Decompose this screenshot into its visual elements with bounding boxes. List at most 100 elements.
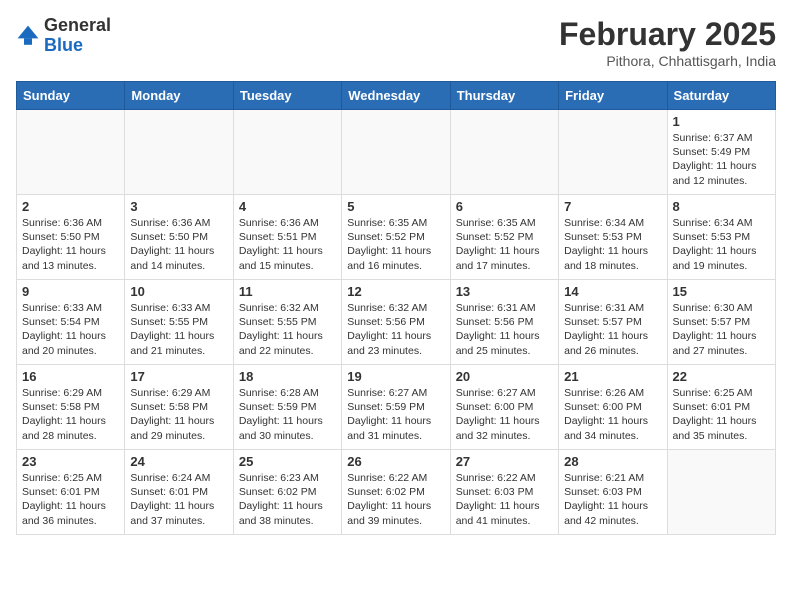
day-number: 25 xyxy=(239,454,336,469)
calendar-cell xyxy=(17,110,125,195)
day-number: 17 xyxy=(130,369,227,384)
logo-blue-text: Blue xyxy=(44,35,83,55)
day-info: Sunrise: 6:28 AM Sunset: 5:59 PM Dayligh… xyxy=(239,386,336,443)
calendar-cell: 6 Sunrise: 6:35 AM Sunset: 5:52 PM Daylig… xyxy=(450,195,558,280)
calendar-cell: 16 Sunrise: 6:29 AM Sunset: 5:58 PM Dayli… xyxy=(17,365,125,450)
calendar-cell: 2 Sunrise: 6:36 AM Sunset: 5:50 PM Daylig… xyxy=(17,195,125,280)
day-number: 1 xyxy=(673,114,770,129)
calendar-cell: 25 Sunrise: 6:23 AM Sunset: 6:02 PM Dayli… xyxy=(233,450,341,535)
day-number: 13 xyxy=(456,284,553,299)
col-header-thursday: Thursday xyxy=(450,82,558,110)
day-number: 11 xyxy=(239,284,336,299)
calendar-cell: 20 Sunrise: 6:27 AM Sunset: 6:00 PM Dayli… xyxy=(450,365,558,450)
day-number: 20 xyxy=(456,369,553,384)
col-header-tuesday: Tuesday xyxy=(233,82,341,110)
day-info: Sunrise: 6:29 AM Sunset: 5:58 PM Dayligh… xyxy=(22,386,119,443)
calendar-cell xyxy=(125,110,233,195)
day-info: Sunrise: 6:34 AM Sunset: 5:53 PM Dayligh… xyxy=(564,216,661,273)
day-info: Sunrise: 6:29 AM Sunset: 5:58 PM Dayligh… xyxy=(130,386,227,443)
day-info: Sunrise: 6:37 AM Sunset: 5:49 PM Dayligh… xyxy=(673,131,770,188)
calendar-week-row: 23 Sunrise: 6:25 AM Sunset: 6:01 PM Dayli… xyxy=(17,450,776,535)
calendar-cell: 14 Sunrise: 6:31 AM Sunset: 5:57 PM Dayli… xyxy=(559,280,667,365)
calendar-cell: 12Sunrise: 6:32 AM Sunset: 5:56 PM Dayli… xyxy=(342,280,450,365)
calendar-cell xyxy=(233,110,341,195)
day-number: 6 xyxy=(456,199,553,214)
calendar-cell: 10 Sunrise: 6:33 AM Sunset: 5:55 PM Dayli… xyxy=(125,280,233,365)
calendar-cell: 18 Sunrise: 6:28 AM Sunset: 5:59 PM Dayli… xyxy=(233,365,341,450)
day-info: Sunrise: 6:23 AM Sunset: 6:02 PM Dayligh… xyxy=(239,471,336,528)
calendar-cell: 7 Sunrise: 6:34 AM Sunset: 5:53 PM Daylig… xyxy=(559,195,667,280)
day-number: 23 xyxy=(22,454,119,469)
day-info: Sunrise: 6:26 AM Sunset: 6:00 PM Dayligh… xyxy=(564,386,661,443)
day-info: Sunrise: 6:36 AM Sunset: 5:50 PM Dayligh… xyxy=(130,216,227,273)
col-header-saturday: Saturday xyxy=(667,82,775,110)
title-block: February 2025 Pithora, Chhattisgarh, Ind… xyxy=(559,16,776,69)
calendar-cell: 5Sunrise: 6:35 AM Sunset: 5:52 PM Daylig… xyxy=(342,195,450,280)
calendar-table: SundayMondayTuesdayWednesdayThursdayFrid… xyxy=(16,81,776,535)
calendar-header-row: SundayMondayTuesdayWednesdayThursdayFrid… xyxy=(17,82,776,110)
day-number: 26 xyxy=(347,454,444,469)
calendar-cell: 4Sunrise: 6:36 AM Sunset: 5:51 PM Daylig… xyxy=(233,195,341,280)
col-header-wednesday: Wednesday xyxy=(342,82,450,110)
day-info: Sunrise: 6:34 AM Sunset: 5:53 PM Dayligh… xyxy=(673,216,770,273)
day-info: Sunrise: 6:22 AM Sunset: 6:02 PM Dayligh… xyxy=(347,471,444,528)
day-info: Sunrise: 6:31 AM Sunset: 5:57 PM Dayligh… xyxy=(564,301,661,358)
day-number: 2 xyxy=(22,199,119,214)
logo-text: General Blue xyxy=(44,16,111,56)
day-info: Sunrise: 6:22 AM Sunset: 6:03 PM Dayligh… xyxy=(456,471,553,528)
calendar-cell: 24 Sunrise: 6:24 AM Sunset: 6:01 PM Dayli… xyxy=(125,450,233,535)
calendar-cell: 13 Sunrise: 6:31 AM Sunset: 5:56 PM Dayli… xyxy=(450,280,558,365)
day-info: Sunrise: 6:35 AM Sunset: 5:52 PM Dayligh… xyxy=(456,216,553,273)
day-info: Sunrise: 6:31 AM Sunset: 5:56 PM Dayligh… xyxy=(456,301,553,358)
calendar-cell: 28Sunrise: 6:21 AM Sunset: 6:03 PM Dayli… xyxy=(559,450,667,535)
day-number: 22 xyxy=(673,369,770,384)
day-info: Sunrise: 6:27 AM Sunset: 6:00 PM Dayligh… xyxy=(456,386,553,443)
day-number: 3 xyxy=(130,199,227,214)
col-header-monday: Monday xyxy=(125,82,233,110)
day-info: Sunrise: 6:30 AM Sunset: 5:57 PM Dayligh… xyxy=(673,301,770,358)
day-info: Sunrise: 6:33 AM Sunset: 5:55 PM Dayligh… xyxy=(130,301,227,358)
day-info: Sunrise: 6:25 AM Sunset: 6:01 PM Dayligh… xyxy=(673,386,770,443)
day-number: 14 xyxy=(564,284,661,299)
day-number: 21 xyxy=(564,369,661,384)
calendar-cell: 19 Sunrise: 6:27 AM Sunset: 5:59 PM Dayli… xyxy=(342,365,450,450)
day-info: Sunrise: 6:25 AM Sunset: 6:01 PM Dayligh… xyxy=(22,471,119,528)
calendar-cell xyxy=(450,110,558,195)
day-number: 5 xyxy=(347,199,444,214)
day-number: 10 xyxy=(130,284,227,299)
day-info: Sunrise: 6:32 AM Sunset: 5:55 PM Dayligh… xyxy=(239,301,336,358)
day-number: 8 xyxy=(673,199,770,214)
calendar-cell: 17 Sunrise: 6:29 AM Sunset: 5:58 PM Dayli… xyxy=(125,365,233,450)
day-number: 15 xyxy=(673,284,770,299)
calendar-cell: 9Sunrise: 6:33 AM Sunset: 5:54 PM Daylig… xyxy=(17,280,125,365)
day-number: 18 xyxy=(239,369,336,384)
calendar-cell: 8 Sunrise: 6:34 AM Sunset: 5:53 PM Daylig… xyxy=(667,195,775,280)
month-title: February 2025 xyxy=(559,16,776,53)
day-number: 19 xyxy=(347,369,444,384)
calendar-cell: 15 Sunrise: 6:30 AM Sunset: 5:57 PM Dayli… xyxy=(667,280,775,365)
logo: General Blue xyxy=(16,16,111,56)
day-info: Sunrise: 6:32 AM Sunset: 5:56 PM Dayligh… xyxy=(347,301,444,358)
calendar-week-row: 1 Sunrise: 6:37 AM Sunset: 5:49 PM Daylig… xyxy=(17,110,776,195)
day-info: Sunrise: 6:27 AM Sunset: 5:59 PM Dayligh… xyxy=(347,386,444,443)
calendar-cell: 11 Sunrise: 6:32 AM Sunset: 5:55 PM Dayli… xyxy=(233,280,341,365)
calendar-week-row: 2 Sunrise: 6:36 AM Sunset: 5:50 PM Daylig… xyxy=(17,195,776,280)
calendar-cell: 1 Sunrise: 6:37 AM Sunset: 5:49 PM Daylig… xyxy=(667,110,775,195)
day-number: 4 xyxy=(239,199,336,214)
day-number: 7 xyxy=(564,199,661,214)
calendar-cell: 22 Sunrise: 6:25 AM Sunset: 6:01 PM Dayli… xyxy=(667,365,775,450)
calendar-cell xyxy=(667,450,775,535)
day-info: Sunrise: 6:24 AM Sunset: 6:01 PM Dayligh… xyxy=(130,471,227,528)
logo-icon xyxy=(16,24,40,48)
day-number: 16 xyxy=(22,369,119,384)
day-number: 9 xyxy=(22,284,119,299)
calendar-cell: 27Sunrise: 6:22 AM Sunset: 6:03 PM Dayli… xyxy=(450,450,558,535)
calendar-cell xyxy=(559,110,667,195)
day-info: Sunrise: 6:36 AM Sunset: 5:50 PM Dayligh… xyxy=(22,216,119,273)
page-header: General Blue February 2025 Pithora, Chha… xyxy=(16,16,776,69)
day-number: 24 xyxy=(130,454,227,469)
calendar-cell xyxy=(342,110,450,195)
location-subtitle: Pithora, Chhattisgarh, India xyxy=(559,53,776,69)
calendar-cell: 26 Sunrise: 6:22 AM Sunset: 6:02 PM Dayli… xyxy=(342,450,450,535)
col-header-sunday: Sunday xyxy=(17,82,125,110)
